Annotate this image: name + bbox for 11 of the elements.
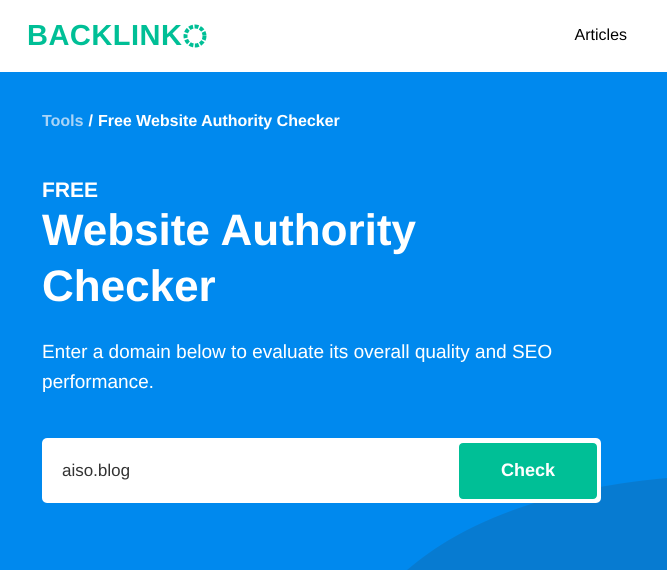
nav-link[interactable]: Articles	[574, 24, 627, 48]
breadcrumb-current: Free Website Authority Checker	[98, 112, 340, 132]
logo-ring-icon	[183, 24, 208, 48]
domain-field[interactable]: aiso.blog Check	[42, 438, 601, 503]
logo-text[interactable]: BACKLINK	[27, 22, 182, 50]
breadcrumb-separator: /	[88, 112, 93, 132]
breadcrumb-link[interactable]: Tools	[42, 112, 84, 132]
description-text: Enter a domain below to evaluate its overall quality and SEO performance.	[42, 341, 554, 395]
eyebrow-label: FREE	[42, 179, 100, 203]
check-button[interactable]: Check	[459, 442, 597, 498]
page-title: Website Authority Checker	[42, 205, 418, 313]
